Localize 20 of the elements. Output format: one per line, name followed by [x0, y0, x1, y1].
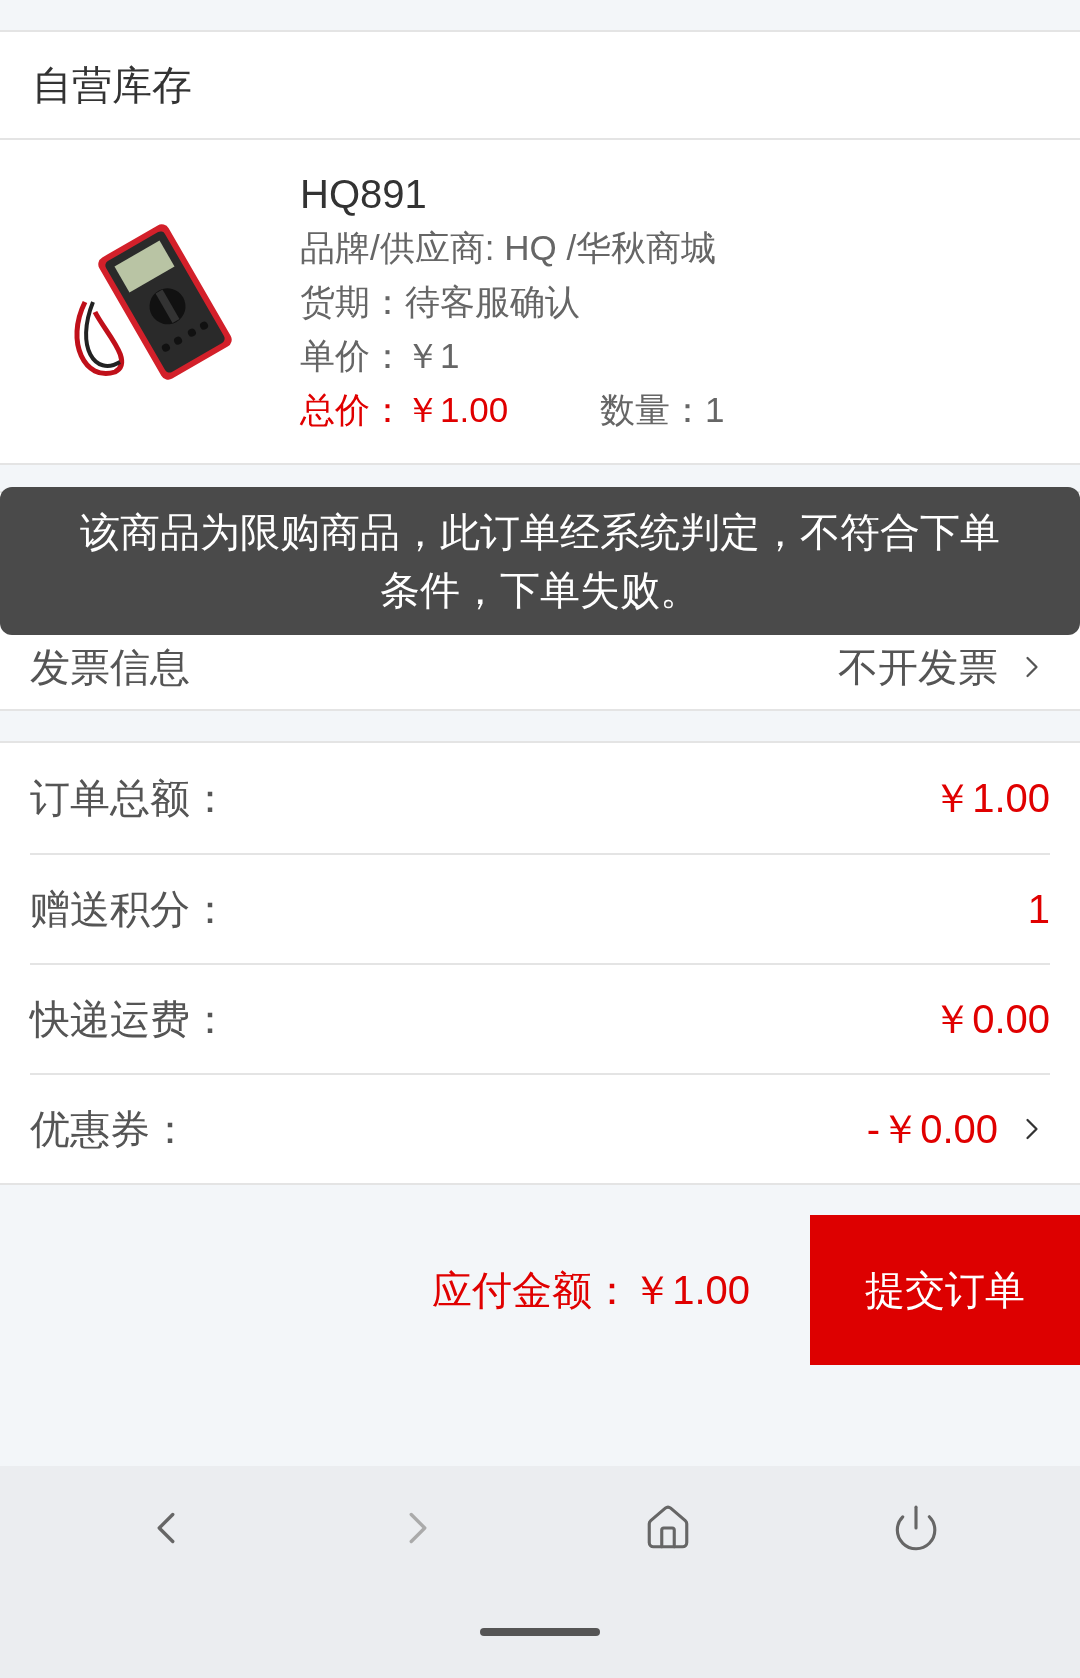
section-title: 自营库存 — [32, 62, 192, 109]
summary-value: ￥0.00 — [932, 996, 1050, 1043]
summary-value: 1 — [1027, 886, 1050, 933]
summary-label: 优惠券： — [30, 1106, 190, 1153]
option-label[interactable]: 发票信息 — [30, 637, 190, 697]
product-delivery: 货期：待客服确认 — [300, 280, 581, 323]
unit-price: 单价：￥1 — [300, 334, 461, 377]
summary-label: 赠送积分： — [30, 886, 230, 933]
quantity: 数量：1 — [600, 388, 725, 431]
option-value[interactable]: 不开发票 — [838, 637, 998, 697]
product-brand: 品牌/供应商: HQ /华秋商城 — [300, 226, 718, 269]
error-toast: 该商品为限购商品，此订单经系统判定，不符合下单条件，下单失败。 — [0, 487, 1080, 635]
summary-label: 订单总额： — [30, 775, 230, 822]
summary-label: 快递运费： — [30, 996, 230, 1043]
summary-value: ￥1.00 — [932, 775, 1050, 822]
total-price: 总价：￥1.00 — [300, 388, 510, 431]
product-name: HQ891 — [300, 170, 428, 218]
submit-order-button[interactable]: 提交订单 — [810, 1215, 1080, 1365]
summary-value: -￥0.00 — [866, 1106, 998, 1153]
amount-due: 应付金额：￥1.00 — [432, 1267, 750, 1314]
